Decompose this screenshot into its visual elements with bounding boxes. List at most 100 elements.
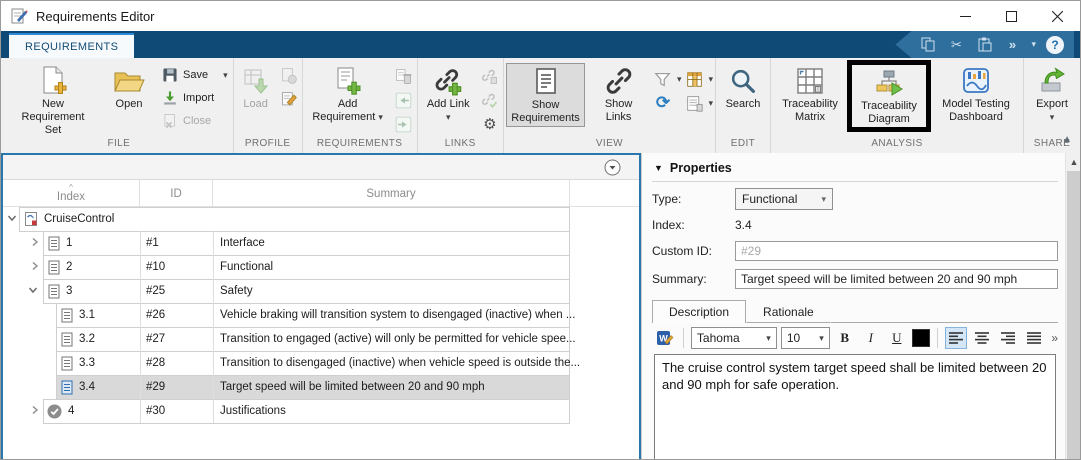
add-requirement-dropdown-icon[interactable]: ▾ — [378, 112, 383, 122]
type-select[interactable]: Functional ▾ — [735, 188, 833, 210]
expand-arrow-icon[interactable] — [29, 404, 41, 416]
font-size-select[interactable]: 10 ▾ — [780, 327, 830, 349]
section-label-analysis: ANALYSIS — [871, 138, 923, 149]
demote-requirement-icon — [393, 114, 415, 134]
columns-dropdown-icon[interactable]: ▾ — [708, 74, 713, 85]
section-label-profile: PROFILE — [244, 138, 291, 149]
tree-row-root[interactable]: CruiseControl — [3, 207, 639, 232]
copy-icon[interactable] — [919, 36, 937, 54]
italic-button[interactable]: I — [860, 327, 882, 349]
tab-requirements[interactable]: REQUIREMENTS — [9, 33, 135, 58]
save-dropdown-icon[interactable]: ▾ — [223, 70, 228, 81]
align-left-button[interactable] — [945, 327, 968, 349]
help-icon[interactable]: ? — [1046, 35, 1064, 54]
window-title: Requirements Editor — [36, 8, 155, 24]
requirement-doc-icon — [61, 356, 73, 370]
collapse-arrow-icon[interactable] — [27, 284, 39, 296]
collapse-toolstrip-icon[interactable]: ▲ — [1062, 134, 1072, 145]
import-button[interactable]: Import — [159, 88, 231, 108]
open-button[interactable]: Open — [101, 63, 157, 112]
tree-row-3-1[interactable]: 3.1 #26 Vehicle braking will transition … — [3, 303, 639, 328]
requirement-doc-icon — [48, 284, 60, 298]
paste-icon[interactable] — [975, 36, 993, 54]
requirement-doc-icon — [48, 260, 60, 274]
open-in-word-icon[interactable]: W — [654, 327, 676, 349]
justify-button[interactable] — [1023, 327, 1045, 349]
add-requirement-button[interactable]: Add Requirement ▾ — [305, 63, 391, 125]
customize-toolbar-icon[interactable]: » — [1003, 36, 1021, 54]
display-options-icon[interactable] — [683, 93, 705, 113]
new-requirement-set-icon — [38, 64, 68, 98]
add-link-dropdown-icon[interactable]: ▾ — [446, 112, 451, 122]
filter-dropdown-icon[interactable]: ▾ — [677, 74, 682, 85]
model-testing-dashboard-button[interactable]: Model Testing Dashboard — [931, 63, 1021, 125]
traceability-matrix-button[interactable]: Traceability Matrix — [773, 63, 847, 125]
traceability-diagram-button[interactable]: Traceability Diagram — [853, 65, 925, 127]
close-set-button: Close — [159, 111, 231, 131]
description-editor[interactable]: The cruise control system target speed s… — [654, 354, 1056, 459]
properties-header[interactable]: ▼ Properties — [652, 159, 1058, 182]
show-requirements-toggle[interactable]: Show Requirements — [505, 63, 586, 127]
font-family-select[interactable]: Tahoma ▾ — [690, 327, 777, 349]
title-bar: Requirements Editor — [1, 1, 1080, 31]
save-button[interactable]: Save ▾ — [159, 65, 231, 85]
add-requirement-icon — [333, 64, 363, 98]
export-button[interactable]: Export ▾ — [1026, 63, 1078, 125]
panel-collapse-icon[interactable] — [604, 159, 621, 176]
column-header-index[interactable]: ^ Index — [3, 180, 140, 207]
tree-row-3[interactable]: 3 #25 Safety — [3, 279, 639, 304]
columns-icon[interactable] — [683, 69, 705, 89]
index-value: 3.4 — [735, 218, 752, 232]
align-center-button[interactable] — [971, 327, 993, 349]
scrollbar-thumb[interactable] — [1067, 171, 1080, 459]
main-area: ^ Index ID Summary CruiseControl 1 #1 In… — [1, 153, 1080, 459]
underline-button[interactable]: U — [886, 327, 908, 349]
expand-arrow-icon[interactable] — [29, 236, 41, 248]
delete-link-icon — [479, 66, 501, 86]
new-requirement-set-button[interactable]: New Requirement Set — [7, 63, 99, 138]
summary-input[interactable]: Target speed will be limited between 20 … — [735, 269, 1058, 289]
customize-dropdown-icon[interactable]: ▾ — [1031, 39, 1036, 50]
traceability-diagram-highlight: Traceability Diagram — [847, 60, 931, 132]
tree-row-3-4-selected[interactable]: 3.4 #29 Target speed will be limited bet… — [3, 375, 639, 400]
column-header-id[interactable]: ID — [140, 180, 213, 207]
show-links-toggle[interactable]: Show Links — [587, 63, 650, 125]
display-options-dropdown-icon[interactable]: ▾ — [708, 98, 713, 109]
show-links-icon — [604, 64, 634, 98]
maximize-button[interactable] — [988, 1, 1034, 31]
font-color-swatch[interactable] — [911, 329, 931, 347]
description-tab-bar: Description Rationale — [652, 300, 1058, 323]
align-right-button[interactable] — [997, 327, 1019, 349]
tree-row-2[interactable]: 2 #10 Functional — [3, 255, 639, 280]
edit-profile-icon[interactable] — [278, 90, 300, 110]
collapse-arrow-icon[interactable] — [6, 212, 18, 224]
format-overflow-icon[interactable]: » — [1051, 331, 1058, 345]
filter-icon[interactable] — [652, 69, 674, 89]
scrollbar-up-icon[interactable]: ▲ — [1066, 153, 1080, 170]
tree-row-3-3[interactable]: 3.3 #28 Transition to disengaged (inacti… — [3, 351, 639, 376]
quick-access-toolbar: ✂ » ▾ ? — [895, 31, 1074, 58]
add-link-button[interactable]: Add Link ▾ — [420, 63, 477, 125]
expand-arrow-icon[interactable] — [29, 260, 41, 272]
section-view: Show Requirements Show Links ▾ ⟳ ▾ ▾ VIE… — [504, 58, 716, 153]
column-header-summary[interactable]: Summary — [213, 180, 570, 207]
custom-id-input[interactable]: #29 — [735, 241, 1058, 261]
requirement-doc-icon — [61, 332, 73, 346]
vertical-scrollbar[interactable]: ▲ — [1065, 153, 1080, 459]
search-button[interactable]: Search — [718, 63, 768, 112]
requirement-doc-icon — [48, 236, 60, 250]
properties-collapse-icon: ▼ — [654, 163, 663, 173]
tree-row-1[interactable]: 1 #1 Interface — [3, 231, 639, 256]
tab-rationale[interactable]: Rationale — [746, 300, 831, 323]
traceability-matrix-icon — [795, 64, 825, 98]
export-dropdown-icon[interactable]: ▾ — [1050, 111, 1055, 124]
link-settings-icon[interactable]: ⚙ — [479, 114, 501, 134]
minimize-button[interactable] — [942, 1, 988, 31]
tab-description[interactable]: Description — [652, 300, 747, 323]
refresh-icon[interactable]: ⟳ — [652, 93, 674, 113]
tree-row-3-2[interactable]: 3.2 #27 Transition to engaged (active) w… — [3, 327, 639, 352]
cut-icon[interactable]: ✂ — [947, 36, 965, 54]
close-button[interactable] — [1034, 1, 1080, 31]
tree-row-4[interactable]: 4 #30 Justifications — [3, 399, 639, 424]
bold-button[interactable]: B — [834, 327, 856, 349]
